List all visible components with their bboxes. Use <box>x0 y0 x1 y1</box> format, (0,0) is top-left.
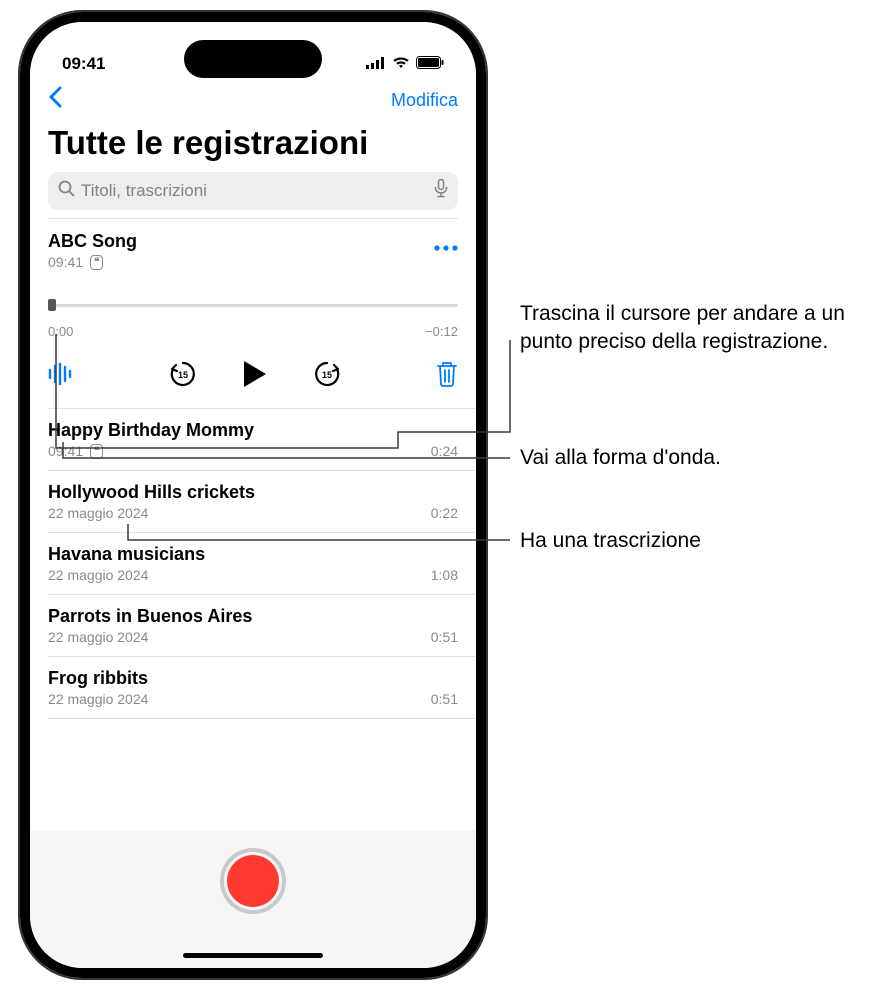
recording-time: 09:41 <box>48 254 83 270</box>
remaining-time: −0:12 <box>425 324 458 339</box>
skip-forward-15-button[interactable]: 15 <box>312 359 342 394</box>
list-item[interactable]: Parrots in Buenos Aires 22 maggio 2024 0… <box>30 595 476 656</box>
playback-scrubber[interactable] <box>48 290 458 318</box>
item-title: Havana musicians <box>48 544 458 565</box>
callout-scrubber: Trascina il cursore per andare a un punt… <box>520 300 850 357</box>
back-button[interactable] <box>48 86 62 115</box>
item-duration: 0:22 <box>431 505 458 521</box>
delete-button[interactable] <box>436 361 458 392</box>
record-icon <box>227 855 279 907</box>
nav-bar: Modifica <box>30 78 476 118</box>
divider <box>48 718 476 719</box>
item-duration: 0:51 <box>431 691 458 707</box>
dictate-icon[interactable] <box>434 179 448 203</box>
edit-button[interactable]: Modifica <box>391 90 458 111</box>
list-item[interactable]: Frog ribbits 22 maggio 2024 0:51 <box>30 657 476 718</box>
search-input[interactable]: Titoli, trascrizioni <box>48 172 458 210</box>
list-item[interactable]: Havana musicians 22 maggio 2024 1:08 <box>30 533 476 594</box>
item-date: 09:41 <box>48 443 83 459</box>
transcript-badge-icon: ❝ <box>90 255 103 270</box>
item-duration: 1:08 <box>431 567 458 583</box>
svg-text:15: 15 <box>178 370 188 380</box>
phone-frame: 09:41 Modifica <box>18 10 488 980</box>
bottom-toolbar <box>30 830 476 968</box>
skip-back-15-button[interactable]: 15 <box>168 359 198 394</box>
item-duration: 0:24 <box>431 443 458 459</box>
transcript-badge-icon: ❝ <box>90 444 103 459</box>
battery-icon <box>416 54 444 74</box>
item-title: Happy Birthday Mommy <box>48 420 458 441</box>
waveform-button[interactable] <box>48 363 74 390</box>
dynamic-island <box>184 40 322 78</box>
page-title: Tutte le registrazioni <box>30 118 476 172</box>
playback-controls: 15 15 <box>30 345 476 408</box>
item-title: Frog ribbits <box>48 668 458 689</box>
callout-waveform: Vai alla forma d'onda. <box>520 444 721 472</box>
list-item[interactable]: Hollywood Hills crickets 22 maggio 2024 … <box>30 471 476 532</box>
wifi-icon <box>392 54 410 74</box>
svg-text:15: 15 <box>322 370 332 380</box>
home-indicator[interactable] <box>183 953 323 958</box>
play-button[interactable] <box>242 359 268 394</box>
more-button[interactable] <box>434 231 458 257</box>
screen: 09:41 Modifica <box>30 22 476 968</box>
recordings-list[interactable]: Happy Birthday Mommy 09:41 ❝ 0:24 Hollyw… <box>30 409 476 830</box>
search-icon <box>58 180 75 202</box>
item-date: 22 maggio 2024 <box>48 691 148 707</box>
status-time: 09:41 <box>62 54 105 74</box>
scrubber-track <box>48 304 458 307</box>
cellular-icon <box>366 54 386 74</box>
elapsed-time: 0:00 <box>48 324 73 339</box>
item-date: 22 maggio 2024 <box>48 629 148 645</box>
expanded-recording: ABC Song 09:41 ❝ 0:00 <box>30 219 476 345</box>
item-date: 22 maggio 2024 <box>48 567 148 583</box>
callout-transcript: Ha una trascrizione <box>520 527 701 555</box>
item-title: Hollywood Hills crickets <box>48 482 458 503</box>
scrubber-handle[interactable] <box>48 299 56 311</box>
item-title: Parrots in Buenos Aires <box>48 606 458 627</box>
item-date: 22 maggio 2024 <box>48 505 148 521</box>
list-item[interactable]: Happy Birthday Mommy 09:41 ❝ 0:24 <box>30 409 476 470</box>
recording-title[interactable]: ABC Song <box>48 231 137 252</box>
search-placeholder: Titoli, trascrizioni <box>81 181 207 201</box>
record-button[interactable] <box>220 848 286 914</box>
item-duration: 0:51 <box>431 629 458 645</box>
